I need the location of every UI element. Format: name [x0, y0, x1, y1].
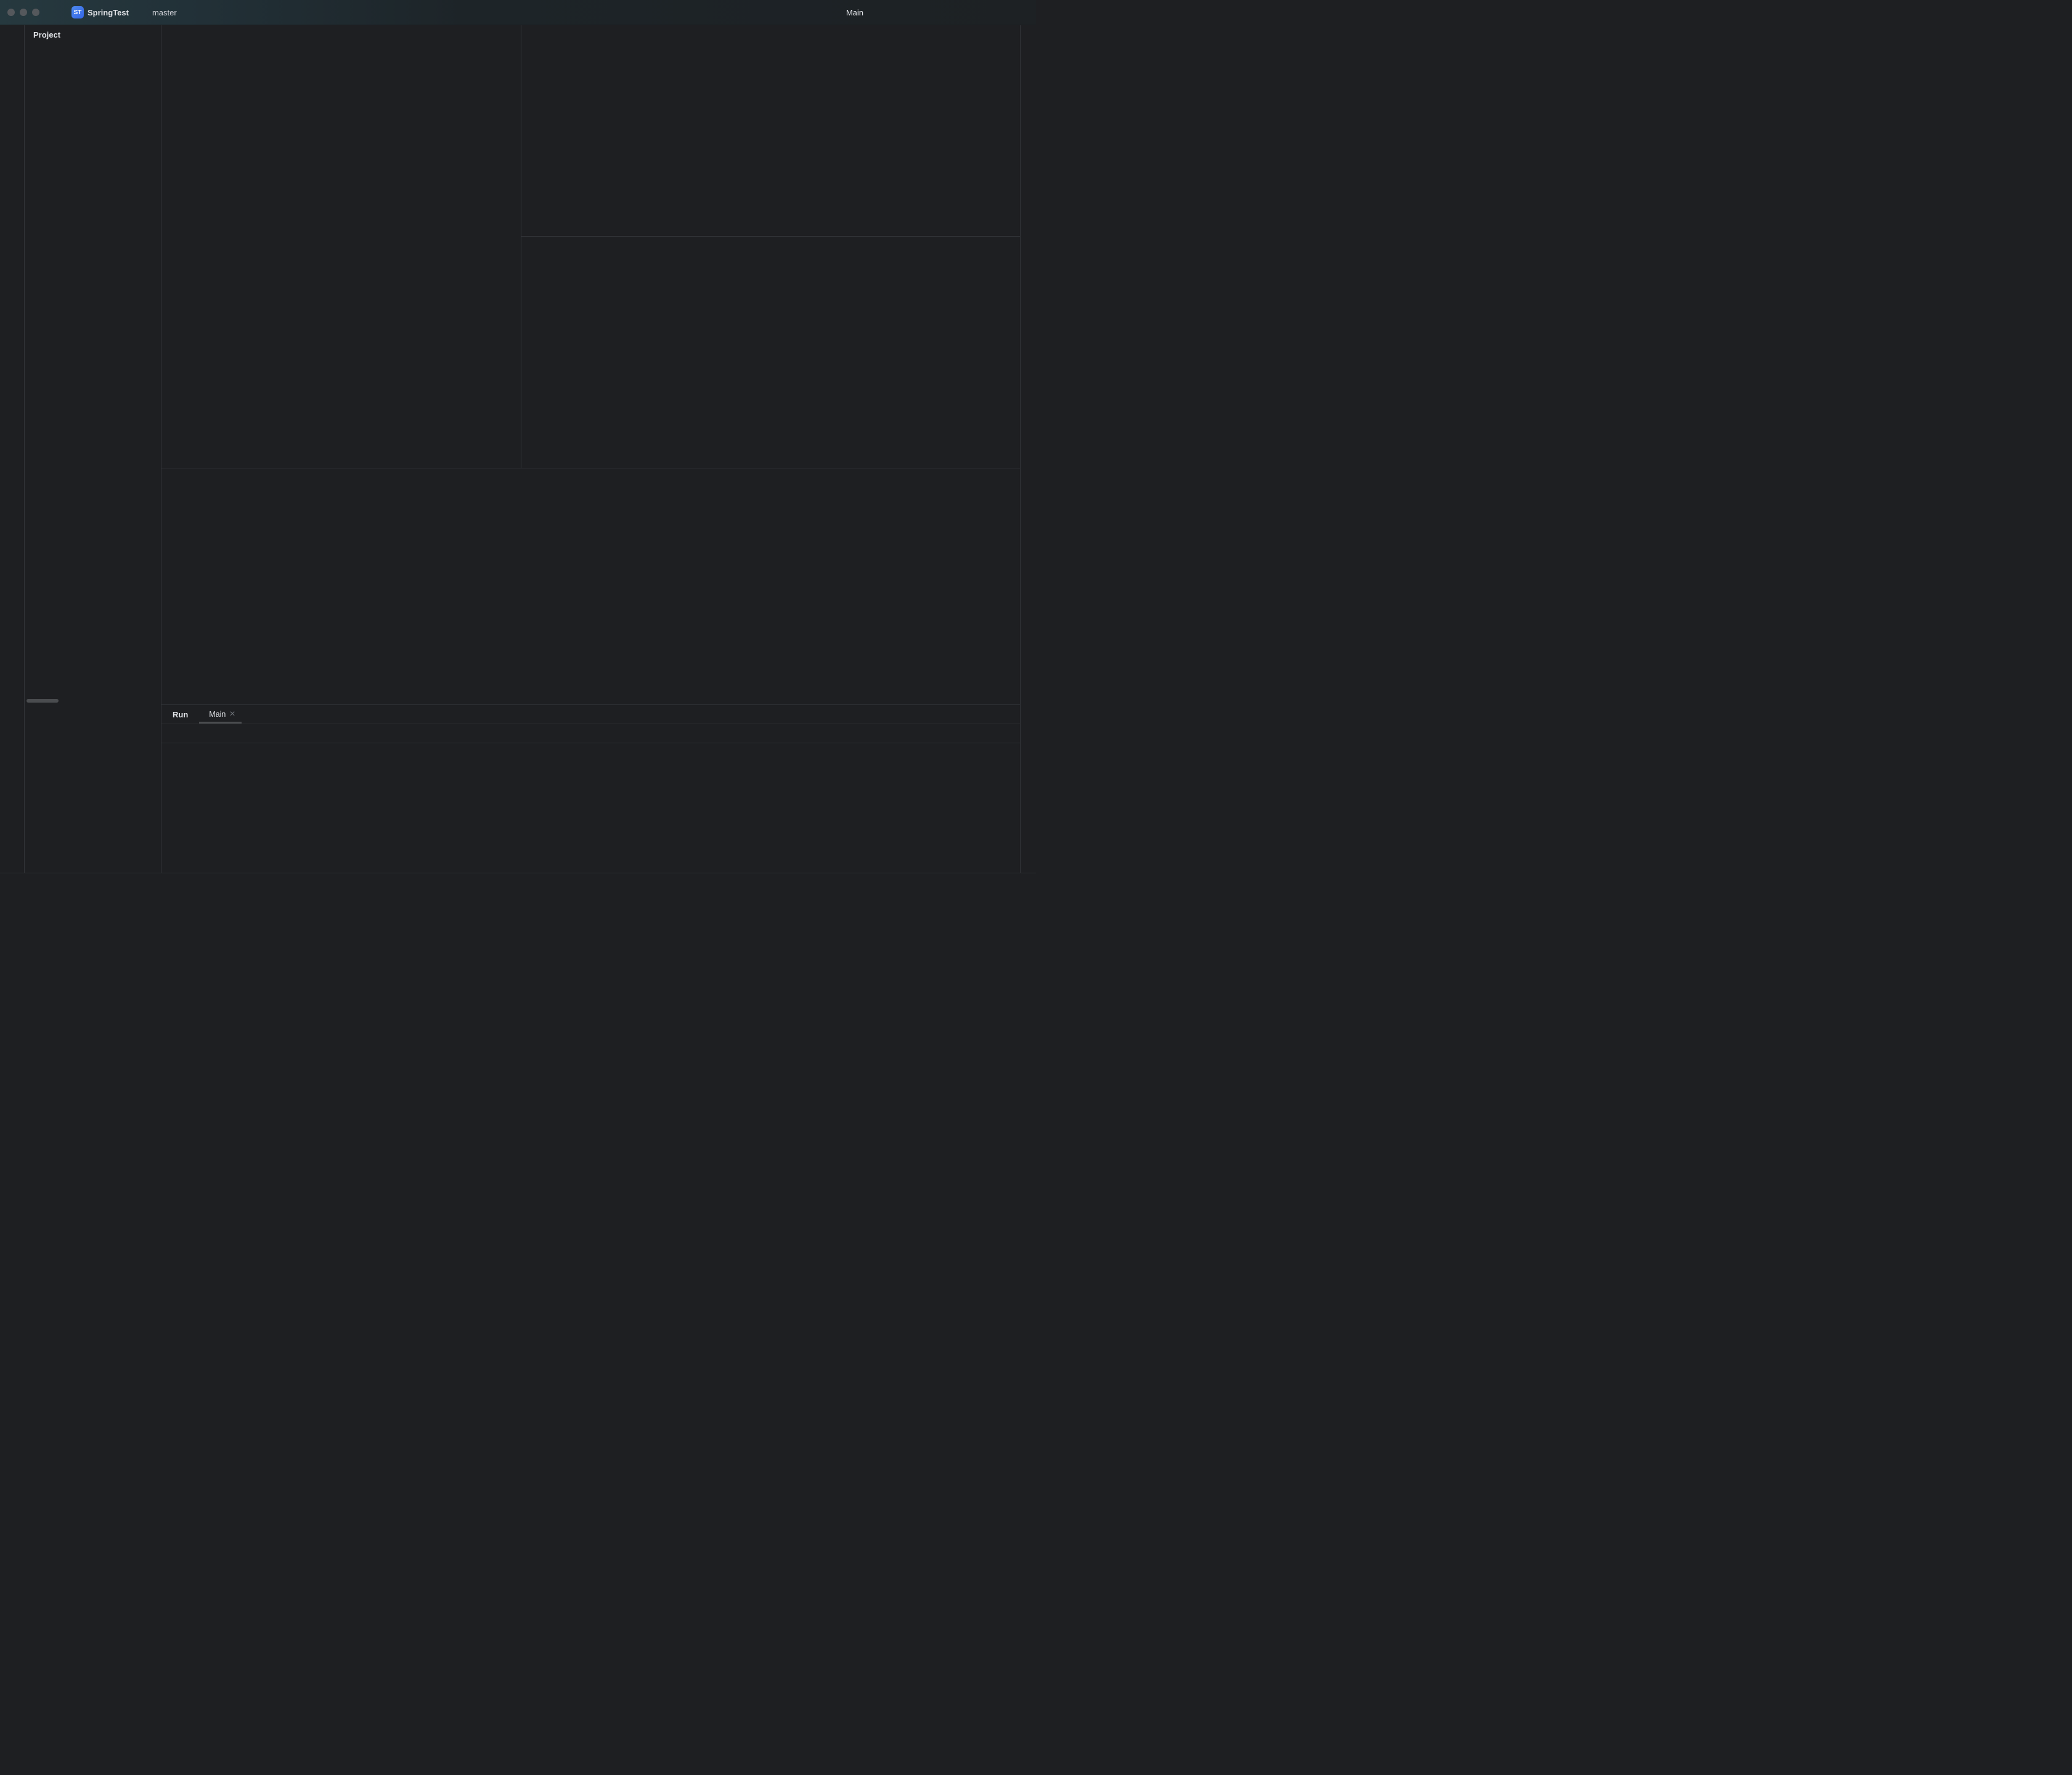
run-tool-window: Run Main × — [161, 705, 1020, 873]
search-everywhere-button[interactable] — [992, 6, 1004, 18]
settings-button[interactable] — [1014, 6, 1026, 18]
right-tool-strip — [1020, 25, 1036, 873]
editor-pane-application-xml — [521, 237, 1020, 468]
tree-hscrollbar[interactable] — [27, 699, 59, 703]
minimize-window-icon[interactable] — [20, 9, 27, 16]
project-name: SpringTest — [88, 7, 129, 17]
project-badge: ST — [71, 6, 84, 18]
close-window-icon[interactable] — [7, 9, 15, 16]
project-widget[interactable]: ST SpringTest — [71, 6, 133, 18]
editor-pane-main-java — [161, 468, 1020, 705]
run-config-selector[interactable]: Main — [842, 8, 867, 17]
run-toolbar — [161, 724, 1020, 743]
branch-widget[interactable]: master — [149, 8, 181, 17]
run-tab-label: Main — [209, 710, 226, 719]
titlebar-actions: Main — [842, 6, 1036, 18]
editor-pane-studentaop-java — [521, 25, 1020, 237]
branch-name: master — [152, 7, 177, 17]
status-bar — [0, 873, 1036, 888]
console-output[interactable] — [184, 743, 1020, 873]
run-tab-main[interactable]: Main × — [199, 705, 242, 724]
editor-pane-student-java — [161, 25, 521, 468]
close-icon[interactable]: × — [229, 709, 235, 720]
window-controls[interactable] — [0, 9, 48, 16]
project-tool-window: Project — [25, 25, 161, 873]
project-view-header[interactable]: Project — [25, 25, 161, 44]
console-toolbar — [161, 743, 184, 873]
more-actions-button[interactable] — [921, 6, 934, 18]
titlebar: ST SpringTest master Main — [0, 0, 1036, 25]
left-tool-strip — [0, 25, 25, 873]
debug-button[interactable] — [899, 6, 912, 18]
add-user-button[interactable] — [969, 6, 982, 18]
run-panel-title: Run — [173, 709, 189, 719]
run-button[interactable] — [877, 6, 889, 18]
zoom-window-icon[interactable] — [32, 9, 39, 16]
project-view-title: Project — [33, 30, 61, 39]
run-config-name: Main — [846, 7, 863, 17]
